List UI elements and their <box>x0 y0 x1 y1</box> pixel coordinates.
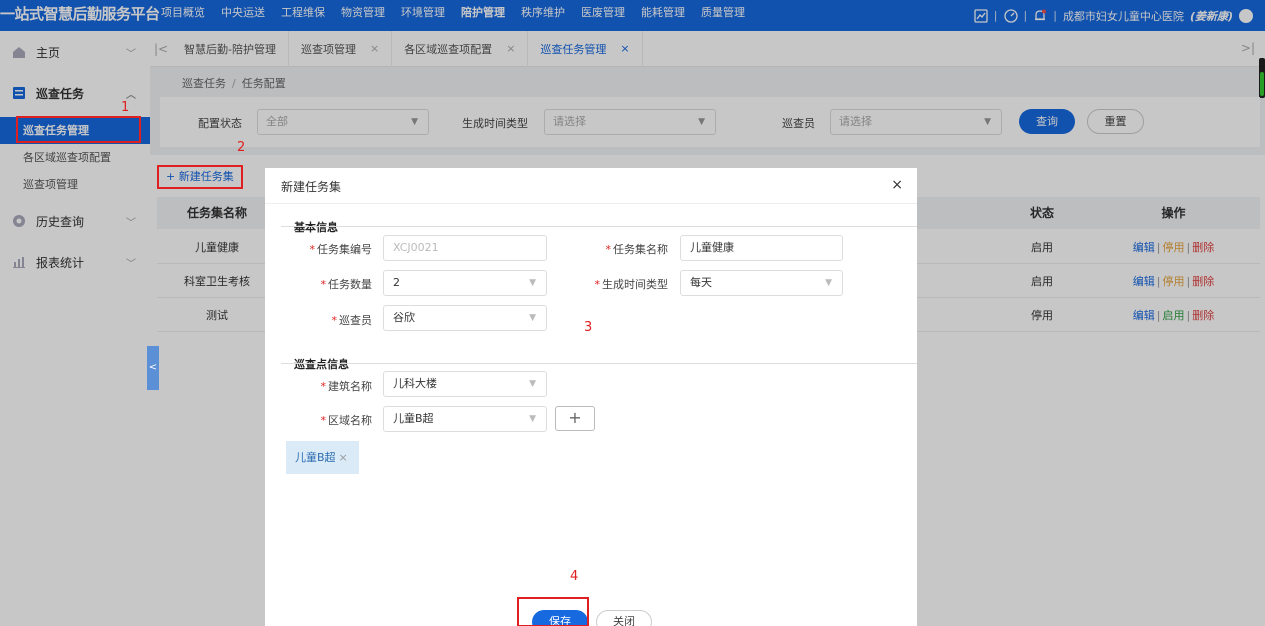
name-input[interactable]: 儿童健康 <box>680 235 843 261</box>
area-select[interactable]: 儿童B超 ▼ <box>383 406 547 432</box>
caret-down-icon: ▼ <box>529 414 536 424</box>
building-value: 儿科大楼 <box>393 377 437 390</box>
code-label: * 任务集编号 <box>309 243 373 256</box>
gen-type-label: * 生成时间类型 <box>594 278 669 291</box>
tag-label: 儿童B超 <box>295 451 336 464</box>
count-select[interactable]: 2 ▼ <box>383 270 547 296</box>
step-number: 2 <box>237 140 246 155</box>
area-label: * 区域名称 <box>320 414 373 427</box>
gen-type-value: 每天 <box>690 276 712 289</box>
building-select[interactable]: 儿科大楼 ▼ <box>383 371 547 397</box>
annotation-box <box>157 165 243 189</box>
add-area-button[interactable]: + <box>555 406 595 431</box>
gen-type-select[interactable]: 每天 ▼ <box>680 270 843 296</box>
inspector-label-text: 巡查员 <box>339 314 372 327</box>
annotation-box <box>16 116 141 143</box>
building-label: * 建筑名称 <box>320 380 373 393</box>
selected-area-tag: 儿童B超 × <box>286 441 359 474</box>
step-number: 1 <box>121 100 130 115</box>
point-info-section-title: 巡查点信息 <box>294 358 349 371</box>
annotation-box <box>517 597 589 626</box>
inspector-value: 谷欣 <box>393 311 415 324</box>
code-label-text: 任务集编号 <box>317 243 372 256</box>
name-label: * 任务集名称 <box>605 243 669 256</box>
code-input[interactable]: XCJ0021 <box>383 235 547 261</box>
caret-down-icon: ▼ <box>529 379 536 389</box>
gen-type-label-text: 生成时间类型 <box>602 278 668 291</box>
count-label: * 任务数量 <box>320 278 373 291</box>
caret-down-icon: ▼ <box>825 278 832 288</box>
dialog-header: 新建任务集 × <box>265 168 917 204</box>
section-divider <box>281 363 917 364</box>
collapse-handle[interactable]: < <box>147 346 159 390</box>
area-label-text: 区域名称 <box>328 414 372 427</box>
step-number: 4 <box>570 569 579 584</box>
section-divider <box>281 226 917 227</box>
count-value: 2 <box>393 276 400 289</box>
basic-info-section-title: 基本信息 <box>294 221 338 234</box>
inspector-label: * 巡查员 <box>331 314 373 327</box>
building-label-text: 建筑名称 <box>328 380 372 393</box>
caret-down-icon: ▼ <box>529 313 536 323</box>
close-button[interactable]: 关闭 <box>596 610 652 626</box>
area-value: 儿童B超 <box>393 412 434 425</box>
close-icon[interactable]: × <box>339 451 348 464</box>
close-icon[interactable]: × <box>891 177 903 193</box>
step-number: 3 <box>584 320 593 335</box>
count-label-text: 任务数量 <box>328 278 372 291</box>
dialog-title: 新建任务集 <box>281 180 342 194</box>
name-label-text: 任务集名称 <box>613 243 668 256</box>
inspector-select[interactable]: 谷欣 ▼ <box>383 305 547 331</box>
caret-down-icon: ▼ <box>529 278 536 288</box>
